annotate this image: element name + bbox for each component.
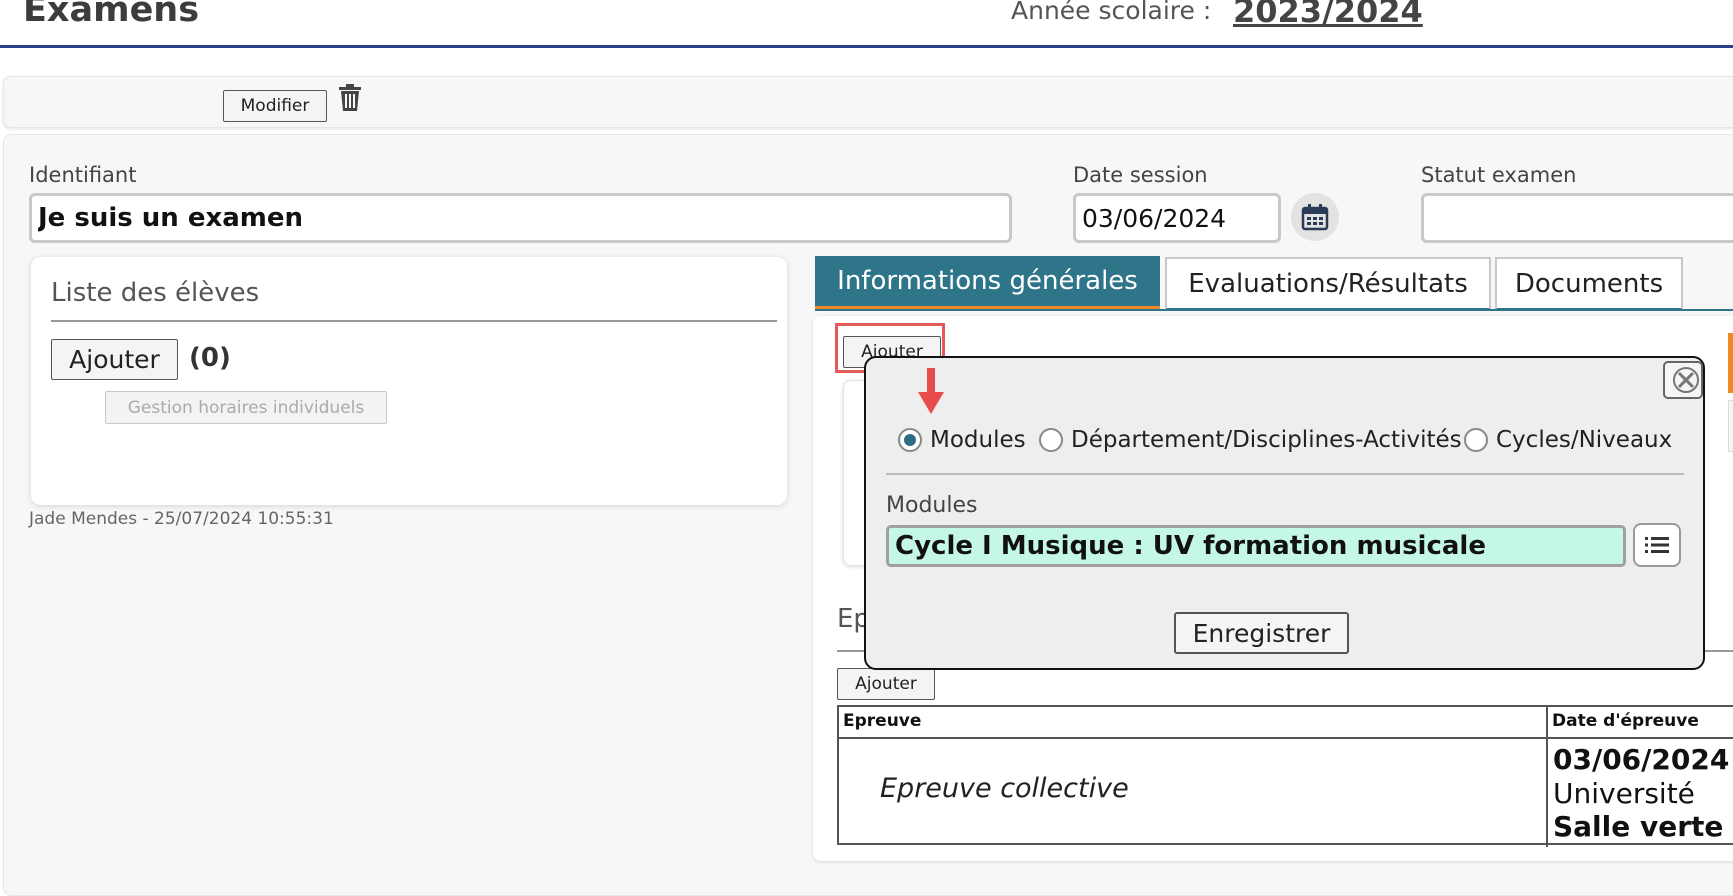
radio-departement[interactable]: Département/Disciplines-Activités <box>1039 427 1462 453</box>
table-header-row: Epreuve Date d'épreuve <box>839 707 1733 739</box>
annotation-arrow-icon <box>916 368 946 416</box>
tab-evaluations-resultats[interactable]: Evaluations/Résultats <box>1165 257 1491 311</box>
date-session-label: Date session <box>1073 163 1208 187</box>
radio-cycles[interactable]: Cycles/Niveaux <box>1464 427 1672 453</box>
date-session-field[interactable] <box>1073 193 1281 243</box>
tab-documents[interactable]: Documents <box>1495 257 1683 311</box>
right-panel-card-edge <box>1728 400 1733 452</box>
modify-button[interactable]: Modifier <box>223 90 327 122</box>
list-icon[interactable] <box>1633 523 1681 567</box>
table-column-divider <box>1546 707 1548 847</box>
radio-button[interactable] <box>1039 428 1063 452</box>
radio-button-checked[interactable] <box>898 428 922 452</box>
identifiant-label: Identifiant <box>29 163 137 187</box>
radio-modules[interactable]: Modules <box>898 427 1026 453</box>
students-divider <box>51 320 777 322</box>
audit-info: Jade Mendes - 25/07/2024 10:55:31 <box>29 509 334 529</box>
epreuves-table: Epreuve Date d'épreuve Epreuve collectiv… <box>837 705 1733 847</box>
modules-field-label: Modules <box>886 493 978 518</box>
statut-examen-label: Statut examen <box>1421 163 1577 187</box>
header-divider <box>0 45 1733 48</box>
radio-departement-label: Département/Disciplines-Activités <box>1071 427 1462 453</box>
school-year-link[interactable]: 2023/2024 <box>1233 0 1423 30</box>
add-epreuve-button[interactable]: Ajouter <box>837 668 935 700</box>
column-header-date[interactable]: Date d'épreuve <box>1552 711 1699 731</box>
right-panel-edge <box>1728 333 1733 393</box>
close-icon[interactable] <box>1663 361 1703 399</box>
trash-icon[interactable] <box>338 84 362 112</box>
students-count: (0) <box>189 343 231 373</box>
page-title: Examens <box>23 0 200 30</box>
table-cell-epreuve[interactable]: Epreuve collective <box>880 773 1129 804</box>
school-year-label: Année scolaire : <box>1011 0 1212 25</box>
radio-modules-label: Modules <box>930 427 1026 453</box>
modules-field[interactable]: Cycle I Musique : UV formation musicale <box>886 525 1626 567</box>
calendar-icon[interactable] <box>1291 193 1339 241</box>
table-cell-salle: Salle verte <box>1553 810 1724 843</box>
table-cell-date: 03/06/2024 <box>1553 743 1730 776</box>
tabs-divider <box>815 309 1733 311</box>
identifiant-field[interactable] <box>29 193 1012 243</box>
popup-divider <box>886 473 1684 475</box>
save-button[interactable]: Enregistrer <box>1174 612 1349 654</box>
statut-examen-field[interactable] <box>1421 193 1733 243</box>
radio-button[interactable] <box>1464 428 1488 452</box>
individual-schedules-button: Gestion horaires individuels <box>105 391 387 424</box>
tab-informations-generales[interactable]: Informations générales <box>815 256 1160 310</box>
radio-cycles-label: Cycles/Niveaux <box>1496 427 1673 453</box>
students-title: Liste des élèves <box>51 278 260 308</box>
add-student-button[interactable]: Ajouter <box>51 339 178 380</box>
table-cell-lieu: Université <box>1553 777 1695 810</box>
column-header-epreuve[interactable]: Epreuve <box>843 711 921 731</box>
